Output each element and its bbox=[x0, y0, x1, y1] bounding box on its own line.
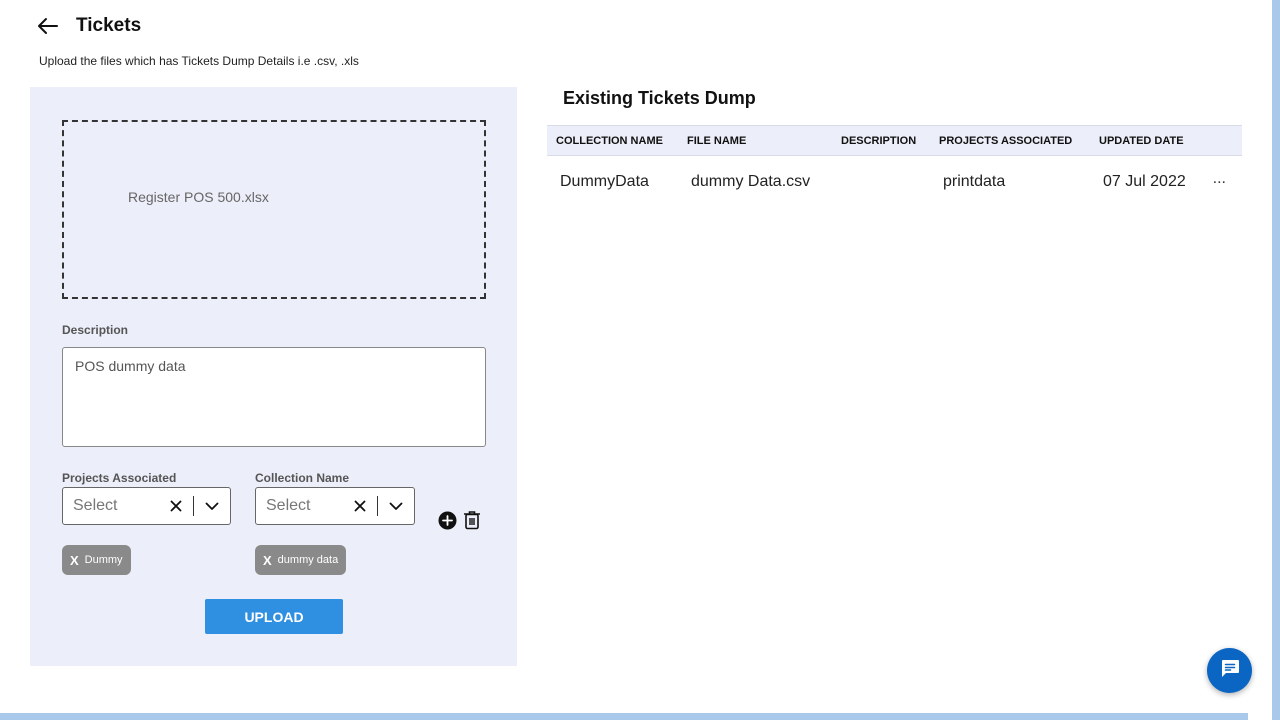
cell-file-name: dummy Data.csv bbox=[691, 173, 811, 190]
close-icon[interactable] bbox=[349, 500, 371, 512]
select-divider bbox=[377, 496, 378, 516]
chip-label: dummy data bbox=[277, 554, 339, 566]
existing-dump-table: COLLECTION NAME FILE NAME DESCRIPTION PR… bbox=[547, 125, 1242, 208]
collection-select-placeholder: Select bbox=[266, 497, 311, 514]
chip-label: Dummy bbox=[84, 554, 123, 566]
vertical-scrollbar[interactable] bbox=[1272, 0, 1280, 720]
upload-panel: Register POS 500.xlsx Description POS du… bbox=[30, 87, 517, 666]
row-menu-button[interactable]: ... bbox=[1213, 170, 1226, 188]
column-header[interactable]: UPDATED DATE bbox=[1099, 135, 1184, 147]
cell-collection-name: DummyData bbox=[560, 173, 649, 190]
projects-associated-select[interactable]: Select bbox=[62, 487, 231, 525]
collection-name-select[interactable]: Select bbox=[255, 487, 415, 525]
tickets-page: Tickets Upload the files which has Ticke… bbox=[0, 0, 1280, 720]
page-title: Tickets bbox=[76, 15, 142, 36]
add-circle-icon[interactable] bbox=[438, 511, 457, 530]
upload-button[interactable]: UPLOAD bbox=[205, 599, 343, 634]
collection-name-label: Collection Name bbox=[255, 471, 350, 485]
project-chip: X Dummy bbox=[62, 545, 131, 575]
collection-chip: X dummy data bbox=[255, 545, 347, 575]
page-subtitle: Upload the files which has Tickets Dump … bbox=[39, 54, 359, 68]
description-label: Description bbox=[62, 323, 129, 337]
projects-associated-label: Projects Associated bbox=[62, 471, 177, 485]
cell-projects-associated: printdata bbox=[943, 173, 1006, 190]
selected-file-name: Register POS 500.xlsx bbox=[128, 189, 269, 205]
chevron-down-icon[interactable] bbox=[384, 502, 408, 511]
chevron-down-icon[interactable] bbox=[200, 502, 224, 511]
existing-dump-title: Existing Tickets Dump bbox=[563, 88, 756, 108]
column-header[interactable]: DESCRIPTION bbox=[841, 135, 916, 147]
table-row[interactable]: DummyData dummy Data.csv printdata 07 Ju… bbox=[547, 156, 1242, 208]
column-header[interactable]: FILE NAME bbox=[687, 135, 746, 147]
chip-remove-button[interactable]: X bbox=[70, 553, 79, 568]
arrow-left-icon[interactable] bbox=[36, 14, 60, 38]
horizontal-scrollbar[interactable] bbox=[0, 713, 1248, 720]
trash-icon[interactable] bbox=[463, 510, 481, 530]
close-icon[interactable] bbox=[165, 500, 187, 512]
file-dropzone[interactable]: Register POS 500.xlsx bbox=[62, 120, 486, 299]
cell-updated-date: 07 Jul 2022 bbox=[1103, 173, 1186, 190]
page-header: Tickets bbox=[36, 14, 141, 38]
description-field[interactable]: POS dummy data bbox=[62, 347, 486, 447]
chat-icon bbox=[1219, 657, 1241, 684]
table-header: COLLECTION NAME FILE NAME DESCRIPTION PR… bbox=[547, 125, 1242, 156]
projects-select-placeholder: Select bbox=[73, 497, 118, 514]
chip-remove-button[interactable]: X bbox=[263, 553, 272, 568]
column-header[interactable]: PROJECTS ASSOCIATED bbox=[939, 135, 1072, 147]
column-header[interactable]: COLLECTION NAME bbox=[556, 135, 663, 147]
chat-button[interactable] bbox=[1207, 648, 1252, 693]
select-divider bbox=[193, 496, 194, 516]
